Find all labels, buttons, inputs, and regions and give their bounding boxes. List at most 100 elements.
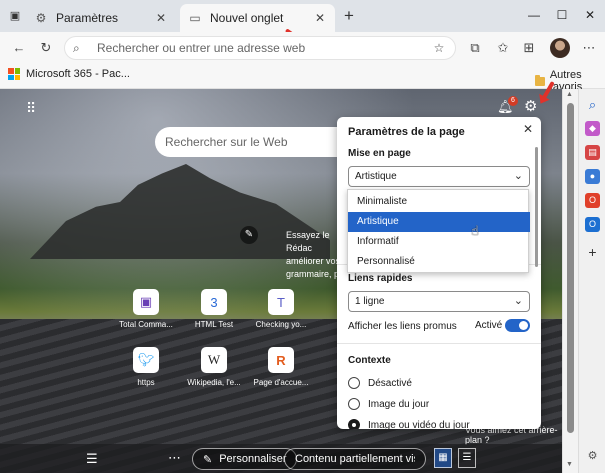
css-icon: 3: [201, 289, 227, 315]
quick-link[interactable]: W Wikipedia, l'e...: [179, 347, 249, 387]
promo-links-state: Activé: [475, 320, 503, 331]
toolbar: ← ↻ ⌕ Rechercher ou entrer une adresse w…: [0, 32, 605, 64]
quick-links-select[interactable]: 1 ligne ⌄: [348, 291, 530, 312]
tab-label: Paramètres: [56, 11, 119, 25]
context-option-image-video[interactable]: Image ou vidéo du jour: [348, 419, 470, 429]
scroll-up-icon[interactable]: ▲: [566, 91, 573, 98]
scroll-down-icon[interactable]: ▼: [566, 461, 573, 468]
tab-label: Nouvel onglet: [210, 11, 284, 25]
split-screen-icon[interactable]: ⧉: [466, 39, 484, 57]
quick-link-label: https: [137, 378, 155, 387]
wikipedia-icon: W: [201, 347, 227, 373]
quick-link[interactable]: R Page d'accue...: [246, 347, 316, 387]
notification-badge: 6: [508, 96, 518, 106]
layout-option-selected[interactable]: Artistique: [348, 212, 530, 232]
scrollbar-thumb[interactable]: [567, 103, 574, 433]
app-launcher-icon[interactable]: ⠿: [26, 101, 40, 115]
outlook-icon[interactable]: O: [585, 217, 600, 232]
web-search-input[interactable]: Rechercher sur le Web: [155, 127, 355, 157]
favorite-star-icon[interactable]: ☆: [431, 41, 447, 55]
new-tab-button[interactable]: +: [340, 7, 358, 25]
quick-link-label: Wikipedia, l'e...: [187, 378, 241, 387]
search-icon[interactable]: ⌕: [585, 97, 600, 112]
page-scrollbar[interactable]: ▲ ▼: [562, 89, 578, 473]
layout-option[interactable]: Informatif: [348, 232, 530, 252]
panel-scrollbar[interactable]: [535, 147, 538, 267]
tab-actions-icon[interactable]: ▣: [8, 9, 22, 23]
tab-new-tab[interactable]: ▭ Nouvel onglet ✕: [180, 4, 335, 32]
office-icon[interactable]: O: [585, 193, 600, 208]
promo-links-toggle[interactable]: [505, 319, 530, 332]
sidebar-settings-icon[interactable]: ⚙: [585, 449, 600, 464]
list-view-icon[interactable]: ☰: [458, 448, 476, 468]
r-icon: R: [268, 347, 294, 373]
search-placeholder: Rechercher sur le Web: [165, 135, 288, 149]
tab-strip: ▣ ⚙ Paramètres ✕ ▭ Nouvel onglet ✕ + — ☐…: [0, 0, 605, 32]
chevron-down-icon: ⌄: [513, 295, 523, 307]
shopping-icon[interactable]: ◆: [585, 121, 600, 136]
quick-link-label: Page d'accue...: [253, 378, 309, 387]
layout-section-title: Mise en page: [348, 148, 411, 159]
games-icon[interactable]: ●: [585, 169, 600, 184]
menu-icon[interactable]: ☰: [86, 451, 98, 467]
page-settings-panel: Paramètres de la page ✕ Mise en page Art…: [337, 117, 541, 429]
gear-icon: ⚙: [35, 11, 47, 25]
layout-option[interactable]: Personnalisé: [348, 252, 530, 272]
maximize-button[interactable]: ☐: [548, 6, 576, 24]
tools-icon[interactable]: ▤: [585, 145, 600, 160]
context-option-label: Image ou vidéo du jour: [368, 419, 470, 430]
radio-button[interactable]: [348, 398, 360, 410]
save-icon: ▣: [133, 289, 159, 315]
panel-title: Paramètres de la page: [348, 126, 465, 138]
context-section-title: Contexte: [348, 355, 391, 366]
quick-link[interactable]: T Checking yo...: [246, 289, 316, 329]
quick-link-label: HTML Test: [194, 320, 234, 329]
layout-option[interactable]: Minimaliste: [348, 192, 530, 212]
content-visibility-dropdown[interactable]: Contenu partiellement visi...: [284, 448, 426, 470]
minimize-button[interactable]: —: [520, 6, 548, 24]
close-icon[interactable]: ✕: [313, 11, 327, 25]
quick-links-select-value: 1 ligne: [355, 296, 385, 307]
back-icon[interactable]: ←: [10, 39, 28, 57]
address-input[interactable]: Rechercher ou entrer une adresse web: [97, 41, 431, 55]
chevron-down-icon: ⌄: [513, 170, 523, 182]
collections-icon[interactable]: ⊞: [520, 39, 538, 57]
divider: [337, 343, 541, 344]
context-option-off[interactable]: Désactivé: [348, 377, 412, 389]
promo-prefix: Essayez le Rédac: [286, 230, 330, 253]
quick-link[interactable]: 🐦︎ https: [111, 347, 181, 387]
radio-button[interactable]: [348, 419, 360, 429]
close-icon[interactable]: ✕: [154, 11, 168, 25]
context-option-label: Image du jour: [368, 398, 430, 410]
personalize-label: Personnaliser: [219, 453, 287, 465]
more-icon[interactable]: ⋯: [580, 39, 598, 57]
favorite-item[interactable]: Microsoft 365 - Pac...: [8, 68, 130, 80]
layout-dropdown-list: Minimaliste Artistique Informatif Person…: [347, 189, 530, 273]
promo-links-label: Afficher les liens promus: [348, 321, 457, 332]
close-icon[interactable]: ✕: [522, 123, 534, 135]
favorites-icon[interactable]: ✩: [494, 39, 512, 57]
context-option-image[interactable]: Image du jour: [348, 398, 429, 410]
grid-view-icon[interactable]: ▦: [434, 448, 452, 468]
layout-select[interactable]: Artistique ⌄: [348, 166, 530, 187]
quick-link[interactable]: ▣ Total Comma...: [111, 289, 181, 329]
layout-select-value: Artistique: [355, 171, 397, 182]
hand-cursor-icon: ☝: [471, 223, 479, 238]
personalize-button[interactable]: ✎ Personnaliser: [192, 448, 298, 470]
edge-sidebar: ⌕ ◆ ▤ ● O O + ⚙: [578, 89, 605, 473]
add-icon[interactable]: +: [585, 245, 600, 260]
quick-links-section-title: Liens rapides: [348, 273, 413, 284]
quick-link-label: Checking yo...: [255, 320, 307, 329]
editor-icon[interactable]: ✎: [240, 226, 258, 244]
radio-button[interactable]: [348, 377, 360, 389]
quick-link-label: Total Comma...: [119, 320, 173, 329]
background-mountain: [30, 164, 330, 259]
avatar[interactable]: [550, 38, 570, 58]
quick-link[interactable]: 3 HTML Test: [179, 289, 249, 329]
address-bar[interactable]: ⌕ Rechercher ou entrer une adresse web ☆: [64, 36, 456, 60]
more-options-icon[interactable]: ⋯: [168, 450, 181, 466]
refresh-icon[interactable]: ↻: [37, 39, 55, 57]
window-close-button[interactable]: ✕: [576, 6, 604, 24]
tab-settings[interactable]: ⚙ Paramètres ✕: [26, 4, 176, 32]
folder-icon: [535, 74, 545, 86]
